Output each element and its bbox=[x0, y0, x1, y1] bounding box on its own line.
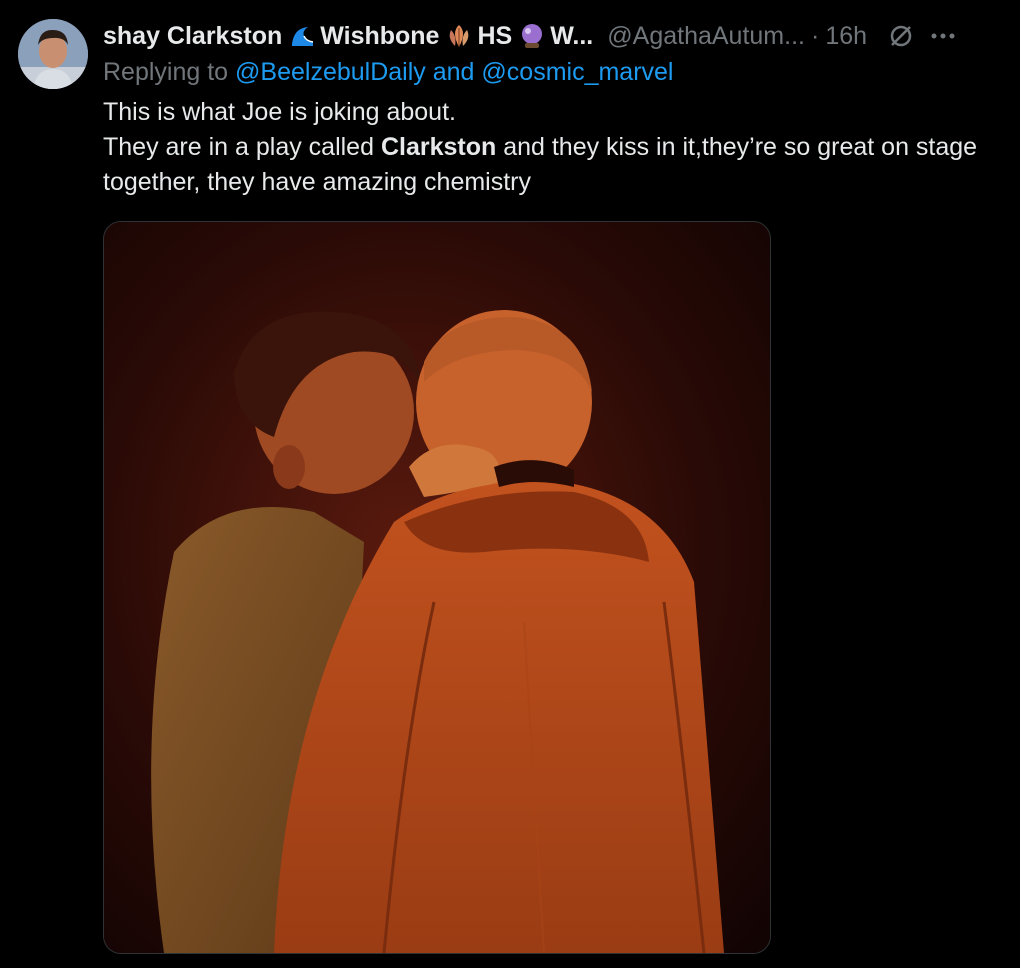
tweet-media[interactable] bbox=[103, 221, 771, 954]
replying-to: Replying to @BeelzebulDaily and @cosmic_… bbox=[103, 58, 673, 87]
unmentioned-circle-icon bbox=[887, 22, 915, 50]
tweet-text-segment: They are in a play called bbox=[103, 133, 374, 161]
tweet-line: They are in a play called Clarkston and … bbox=[103, 130, 983, 200]
replying-to-label: Replying to bbox=[103, 58, 229, 86]
mention-link[interactable]: @BeelzebulDaily bbox=[235, 58, 426, 86]
author-name-part2[interactable]: Wishbone bbox=[320, 22, 439, 51]
tweet-text: This is what Joe is joking about. They a… bbox=[103, 95, 983, 200]
separator-dot: · bbox=[810, 21, 820, 50]
author-name-part1[interactable]: shay Clarkston bbox=[103, 22, 282, 51]
tweet-header: shay Clarkston Wishbone HS W... @AgathaA… bbox=[103, 17, 1003, 55]
avatar[interactable] bbox=[18, 19, 88, 89]
mention-link[interactable]: @cosmic_marvel bbox=[481, 58, 673, 86]
more-options-icon[interactable] bbox=[929, 22, 957, 50]
author-name-part4[interactable]: W... bbox=[550, 22, 593, 51]
leaf-icon bbox=[445, 22, 473, 50]
photo-icon bbox=[104, 222, 770, 953]
tweet-text-bold: Clarkston bbox=[380, 133, 497, 161]
avatar-photo-icon bbox=[18, 19, 88, 89]
author-name-part3[interactable]: HS bbox=[477, 22, 512, 51]
crystal-ball-icon bbox=[518, 22, 546, 50]
tweet-line: This is what Joe is joking about. bbox=[103, 98, 456, 126]
timestamp[interactable]: 16h bbox=[825, 22, 867, 51]
wave-icon bbox=[288, 22, 316, 50]
mention-conjunction: and bbox=[432, 58, 475, 86]
author-handle[interactable]: @AgathaAutum... bbox=[607, 22, 805, 51]
